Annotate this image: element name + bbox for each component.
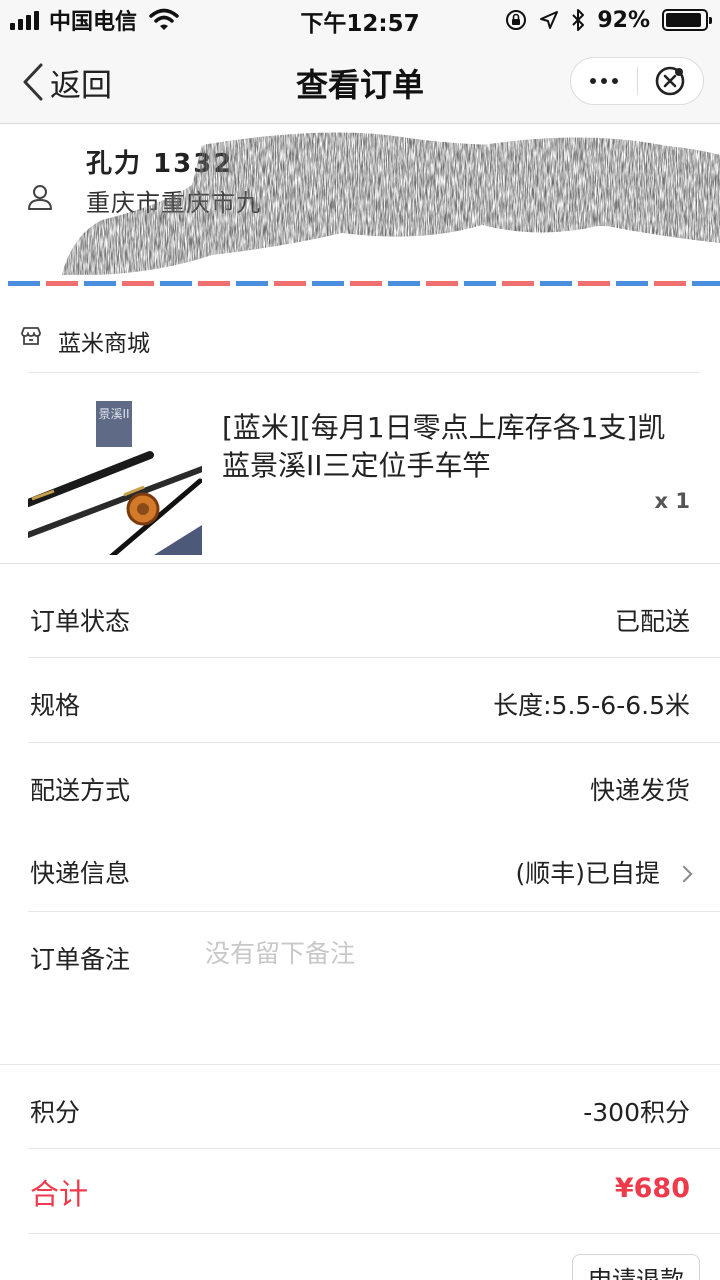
chevron-left-icon [23, 63, 43, 101]
order-status-value: 已配送 [614, 607, 690, 636]
back-label: 返回 [50, 67, 112, 104]
person-icon [28, 185, 52, 210]
express-info-value: (顺丰)已自提 [515, 859, 660, 888]
shop-header[interactable]: 蓝米商城 [0, 286, 720, 372]
location-arrow-icon [540, 11, 559, 29]
express-info-row[interactable]: 快递信息 (顺丰)已自提 [0, 827, 720, 911]
chevron-right-icon [675, 865, 693, 883]
order-note-row: 订单备注 没有留下备注 [0, 912, 720, 1064]
order-status-label: 订单状态 [30, 607, 131, 636]
refund-button[interactable]: 申请退款 [572, 1254, 700, 1280]
order-note-label: 订单备注 [30, 945, 131, 974]
rotation-lock-icon [506, 10, 527, 30]
back-button[interactable]: 返回 [22, 60, 112, 104]
total-label: 合计 [30, 1177, 89, 1211]
mini-program-capsule [570, 57, 704, 105]
product-image-caption: 景溪II [98, 407, 129, 421]
order-note-field: 没有留下备注 [205, 939, 356, 968]
status-bar: 中国电信 下午12:57 92% [0, 0, 720, 40]
battery-fill [666, 13, 701, 27]
battery-icon [662, 9, 712, 31]
more-button[interactable] [571, 58, 637, 104]
fishing-rod-image: 景溪II [28, 401, 202, 555]
points-value: -300积分 [583, 1098, 690, 1127]
product-title: [蓝米][每月1日零点上库存各1支]凯蓝景溪II三定位手车竿 [222, 411, 666, 482]
product-quantity: x 1 [654, 489, 690, 513]
spec-label: 规格 [30, 691, 81, 720]
spec-row: 规格 长度:5.5-6-6.5米 [0, 658, 720, 742]
nav-bar: 返回 查看订单 [0, 40, 720, 124]
spec-value: 长度:5.5-6-6.5米 [493, 691, 690, 720]
delivery-method-label: 配送方式 [30, 776, 131, 805]
shipping-address[interactable]: 孔力 1332 重庆市重庆市九 [0, 125, 720, 283]
more-dots-icon [589, 78, 618, 84]
redaction-scribble [62, 132, 720, 275]
express-info-label: 快递信息 [30, 859, 131, 888]
product-item[interactable]: 景溪II [蓝米][每月1日零点上库存各1支]凯蓝景溪II三定位手车竿 x 1 [0, 373, 720, 563]
close-button[interactable] [638, 58, 704, 104]
row-divider [28, 1233, 720, 1234]
product-image: 景溪II [28, 385, 202, 555]
store-icon [21, 327, 41, 345]
shop-name: 蓝米商城 [58, 331, 150, 357]
points-label: 积分 [30, 1098, 81, 1127]
close-circle-icon [655, 66, 685, 96]
express-info-value-wrap: (顺丰)已自提 [515, 854, 693, 890]
total-row: 合计 ¥680 [0, 1149, 720, 1233]
bluetooth-icon [572, 9, 585, 31]
battery-percent: 92% [597, 7, 650, 33]
status-right: 92% [505, 6, 712, 34]
delivery-method-row: 配送方式 快递发货 [0, 743, 720, 827]
order-status-row: 订单状态 已配送 [0, 564, 720, 657]
points-row: 积分 -300积分 [0, 1065, 720, 1148]
total-value: ¥680 [614, 1173, 690, 1204]
delivery-method-value: 快递发货 [589, 776, 690, 805]
